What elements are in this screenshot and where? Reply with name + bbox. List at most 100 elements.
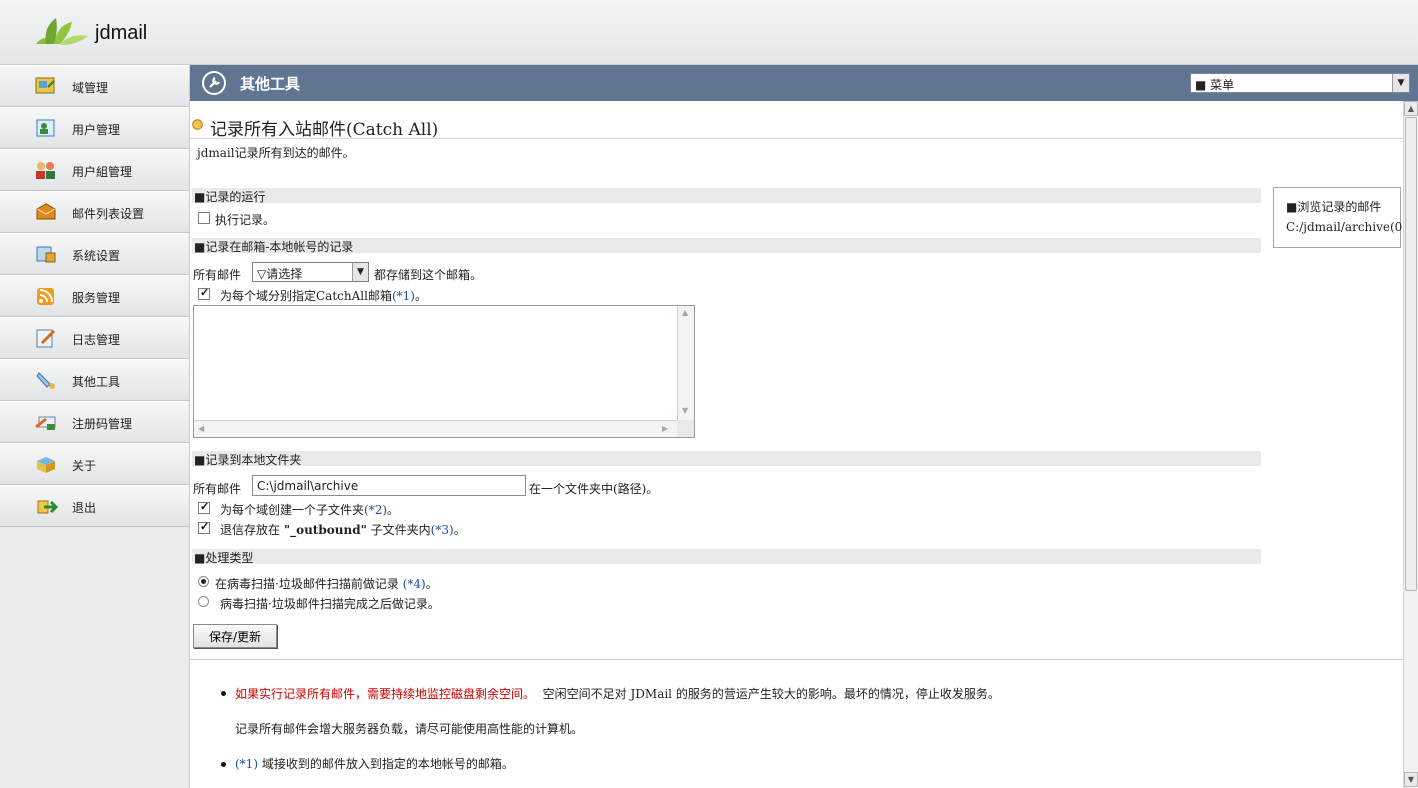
- user-icon: [36, 119, 55, 137]
- all-mail-label: 所有邮件: [193, 268, 242, 282]
- period: 。: [414, 289, 427, 303]
- sidebar-item-service[interactable]: 服务管理: [0, 275, 189, 317]
- sidebar-item-label: 邮件列表设置: [72, 207, 145, 221]
- sidebar-item-label: 退出: [72, 501, 97, 515]
- scroll-down-icon[interactable]: ▼: [682, 406, 688, 415]
- main-content: 记录所有入站邮件(Catch All) jdmail记录所有到达的邮件。 ■记录…: [190, 101, 1403, 788]
- footnote-ref-2[interactable]: (*2): [364, 503, 387, 517]
- bullet-icon: [221, 762, 226, 767]
- radio-before-text: 在病毒扫描·垃圾邮件扫描前做记录: [215, 577, 403, 591]
- sidebar-item-tools[interactable]: 其他工具: [0, 359, 189, 401]
- mailing-list-icon: [36, 203, 56, 220]
- mailbox-select-value: ▽请选择: [257, 267, 303, 281]
- browse-title: ■浏览记录的邮件: [1286, 200, 1382, 214]
- sidebar-item-label: 日志管理: [72, 333, 121, 347]
- browse-archive-link[interactable]: C:/jdmail/archive(0): [1286, 220, 1403, 234]
- scroll-down-icon[interactable]: ▼: [1404, 772, 1418, 787]
- service-icon: [37, 288, 54, 305]
- textarea-resize-corner: [677, 420, 694, 437]
- warning-text: 如果实行记录所有邮件，需要持续地监控磁盘剩余空间。: [235, 687, 536, 701]
- subfolder-label: 为每个域创建一个子文件夹(*2)。: [220, 501, 399, 518]
- scroll-right-icon[interactable]: ▶: [662, 424, 668, 433]
- section-title: ■记录在邮箱-本地帐号的记录: [194, 240, 354, 254]
- sidebar-item-mailing-list[interactable]: 邮件列表设置: [0, 191, 189, 233]
- footnote-ref-1: (*1): [235, 757, 258, 771]
- domain-icon: [35, 77, 55, 94]
- radio-before-scan[interactable]: [198, 576, 209, 587]
- chevron-down-icon[interactable]: ▼: [352, 263, 368, 281]
- wrench-icon: [202, 71, 226, 95]
- page-title: 其他工具: [240, 75, 301, 93]
- section-bar-type: ■处理类型: [192, 549, 1261, 565]
- bounce-folder-name: "_outbound": [283, 523, 367, 537]
- section-bar-mailbox: ■记录在邮箱-本地帐号的记录: [192, 238, 1261, 254]
- period: 。: [387, 503, 400, 517]
- sidebar-item-about[interactable]: 关于: [0, 443, 189, 485]
- run-checkbox[interactable]: [198, 212, 210, 224]
- sidebar: 域管理 用户管理 用户組管理 邮件列表设置 系统设置 服务管理 日志管理 其他工…: [0, 65, 190, 788]
- section-heading: 记录所有入站邮件(Catch All): [210, 120, 439, 140]
- mailbox-select[interactable]: ▽请选择 ▼: [252, 262, 369, 282]
- bounce-checkbox[interactable]: [198, 520, 210, 534]
- radio-before-scan-label: 在病毒扫描·垃圾邮件扫描前做记录 (*4)。: [215, 575, 438, 592]
- sidebar-item-license[interactable]: 注册码管理: [0, 401, 189, 443]
- sidebar-item-log[interactable]: 日志管理: [0, 317, 189, 359]
- bullet-orb-icon: [192, 119, 203, 130]
- bullet-icon: [221, 691, 226, 696]
- sidebar-item-label: 其他工具: [72, 375, 121, 389]
- textarea-vertical-scrollbar[interactable]: ▲ ▼: [677, 306, 694, 421]
- sidebar-item-users[interactable]: 用户管理: [0, 107, 189, 149]
- menu-select-value: ■ 菜单: [1195, 78, 1235, 92]
- menu-select[interactable]: ■ 菜单 ▼: [1190, 73, 1410, 93]
- bounce-label: 退信存放在 "_outbound" 子文件夹内(*3)。: [220, 521, 466, 538]
- note-warning: 如果实行记录所有邮件，需要持续地监控磁盘剩余空间。 空闲空间不足对 JDMail…: [235, 685, 1000, 702]
- bounce-text-post: 子文件夹内: [366, 523, 431, 537]
- sidebar-item-system-settings[interactable]: 系统设置: [0, 233, 189, 275]
- log-icon: [36, 329, 56, 348]
- sidebar-item-domain[interactable]: 域管理: [0, 65, 189, 107]
- footnote-ref-1[interactable]: (*1): [392, 289, 415, 303]
- scroll-up-icon[interactable]: ▲: [1404, 101, 1418, 116]
- sidebar-item-logout[interactable]: 退出: [0, 485, 189, 527]
- period: 。: [453, 523, 466, 537]
- license-icon: [35, 416, 56, 430]
- chevron-down-icon[interactable]: ▼: [1392, 74, 1409, 92]
- system-settings-icon: [36, 246, 56, 263]
- catchall-mailbox-textarea[interactable]: ▲ ▼ ◀ ▶: [193, 305, 695, 438]
- sidebar-item-label: 用户管理: [72, 123, 121, 137]
- save-button[interactable]: 保存/更新: [193, 624, 277, 648]
- run-checkbox-label: 执行记录。: [215, 213, 276, 227]
- subfolder-text: 为每个域创建一个子文件夹: [220, 503, 365, 517]
- radio-after-scan[interactable]: [198, 596, 209, 607]
- sidebar-item-user-groups[interactable]: 用户組管理: [0, 149, 189, 191]
- page-scrollbar[interactable]: ▲ ▼: [1403, 101, 1418, 788]
- footnote-ref-4[interactable]: (*4): [403, 577, 426, 591]
- footnote-ref-3[interactable]: (*3): [431, 523, 454, 537]
- archive-path-input[interactable]: [252, 475, 526, 496]
- subfolder-checkbox[interactable]: [198, 500, 210, 514]
- section-title: ■处理类型: [194, 551, 254, 565]
- scroll-up-icon[interactable]: ▲: [682, 308, 688, 317]
- scroll-left-icon[interactable]: ◀: [198, 424, 204, 433]
- section-bar-run: ■记录的运行: [192, 188, 1261, 204]
- about-icon: [37, 457, 55, 473]
- per-domain-text: 为每个域分别指定CatchAll邮箱: [220, 289, 392, 303]
- divider: [190, 138, 1403, 139]
- warning-rest: 空闲空间不足对 JDMail 的服务的营运产生较大的影响。最坏的情况，停止收发服…: [542, 687, 1000, 701]
- brand-name: jdmail: [95, 22, 148, 44]
- note-load: 记录所有邮件会增大服务器负载，请尽可能使用高性能的计算机。: [235, 722, 584, 736]
- title-bar: 其他工具 ■ 菜单 ▼: [190, 65, 1418, 101]
- note-footnote-1: (*1) 域接收到的邮件放入到指定的本地帐号的邮箱。: [235, 755, 514, 772]
- logout-icon: [37, 500, 58, 514]
- path-suffix: 在一个文件夹中(路径)。: [529, 482, 659, 496]
- textarea-horizontal-scrollbar[interactable]: ◀ ▶: [194, 420, 677, 437]
- per-domain-checkbox[interactable]: [198, 286, 210, 300]
- top-header: jdmail: [0, 0, 1418, 65]
- sidebar-item-label: 服务管理: [72, 291, 121, 305]
- scrollbar-thumb[interactable]: [1405, 117, 1417, 591]
- radio-after-scan-label: 病毒扫描·垃圾邮件扫描完成之后做记录。: [220, 597, 440, 611]
- all-mail-label: 所有邮件: [193, 482, 242, 496]
- browse-archive-box: ■浏览记录的邮件 C:/jdmail/archive(0): [1273, 187, 1403, 248]
- tools-icon: [36, 372, 55, 389]
- bounce-text-pre: 退信存放在: [220, 523, 284, 537]
